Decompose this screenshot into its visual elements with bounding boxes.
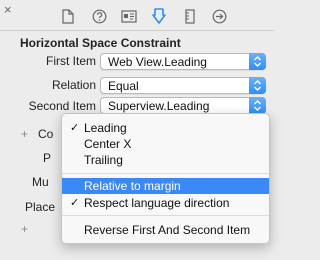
inspector-panel: × Horizontal Space Constraint First Item… [0,0,274,260]
menu-item-trailing[interactable]: Trailing [62,152,269,168]
relation-value: Equal [108,79,139,93]
relation-label: Relation [51,78,96,92]
popup-arrows-icon [249,97,266,114]
help-inspector-icon[interactable] [90,8,108,24]
menu-item-label: Leading [84,121,127,135]
add-placeholder-variation-icon[interactable]: + [21,222,28,236]
menu-item-label: Reverse First And Second Item [84,223,251,237]
identity-inspector-icon[interactable] [120,8,138,24]
popup-arrows-icon [249,53,266,70]
menu-item-reverse-items[interactable]: Reverse First And Second Item [62,222,269,238]
attributes-inspector-icon[interactable] [150,8,168,24]
menu-item-label: Relative to margin [84,179,181,193]
popup-arrows-icon [249,77,266,94]
first-item-label: First Item [46,54,96,68]
menu-item-label: Center X [84,137,132,151]
menu-divider [62,215,269,216]
second-item-value: Superview.Leading [108,99,210,113]
menu-divider [62,173,269,174]
add-constant-variation-icon[interactable]: + [21,127,28,141]
first-item-value: Web View.Leading [108,55,207,69]
section-title: Horizontal Space Constraint [20,36,181,50]
relation-popup[interactable]: Equal [100,77,266,94]
menu-item-respect-language-direction[interactable]: ✓ Respect language direction [62,195,269,211]
menu-item-center-x[interactable]: Center X [62,136,269,152]
second-item-dropdown-menu: ✓ Leading Center X Trailing Relative to … [61,113,270,244]
priority-label: P [43,151,52,165]
constant-label: Co [38,127,54,141]
checkmark-icon: ✓ [70,122,80,134]
multiplier-label: Mu [32,175,49,189]
inspector-tab-bar: × [0,0,274,31]
connections-inspector-icon[interactable] [210,8,228,24]
first-item-popup[interactable]: Web View.Leading [100,53,266,70]
menu-item-relative-to-margin[interactable]: Relative to margin [62,178,269,194]
file-inspector-icon[interactable] [59,8,77,24]
menu-item-leading[interactable]: ✓ Leading [62,120,269,136]
second-item-label: Second Item [28,99,96,113]
placeholder-label: Place [25,200,56,214]
menu-item-label: Trailing [84,153,123,167]
second-item-popup[interactable]: Superview.Leading [100,97,266,114]
menu-item-label: Respect language direction [84,196,230,210]
size-inspector-icon[interactable] [181,8,199,24]
checkmark-icon: ✓ [70,197,80,209]
close-icon[interactable]: × [4,3,12,16]
